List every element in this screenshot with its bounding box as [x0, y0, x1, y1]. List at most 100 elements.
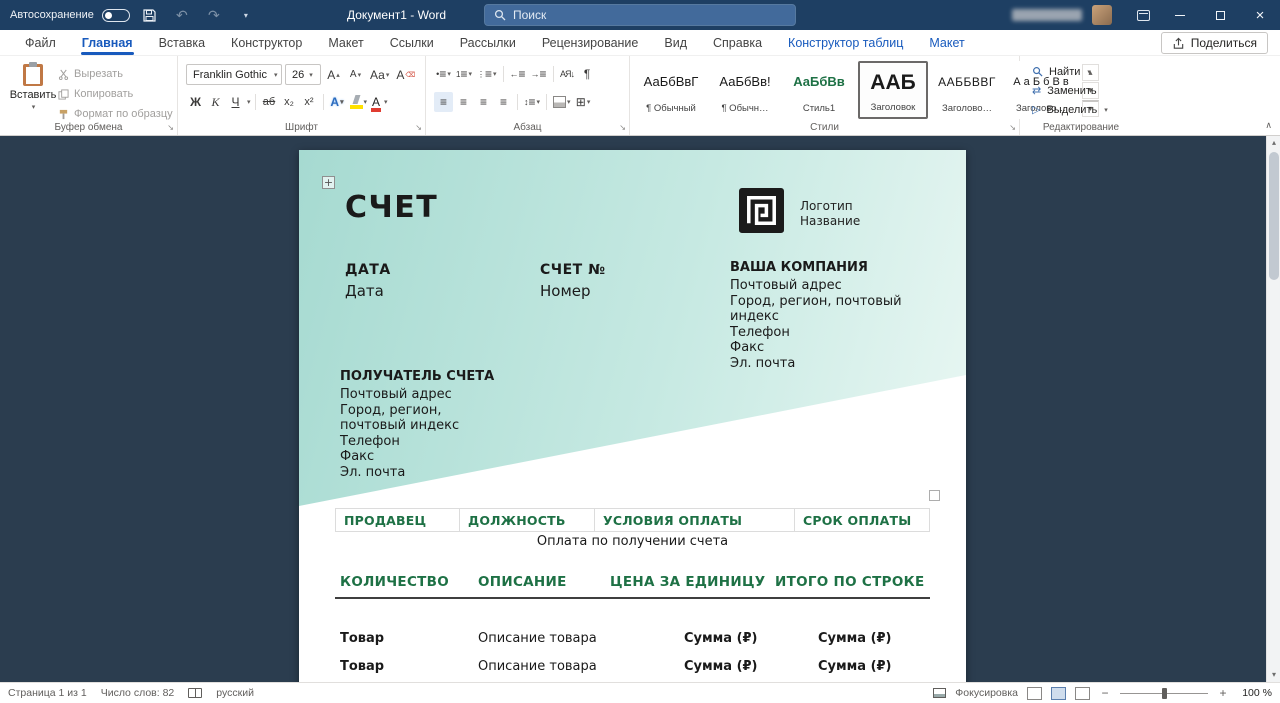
table-header-cell[interactable]: ДОЛЖНОСТЬ: [460, 508, 595, 532]
print-layout-icon[interactable]: [1051, 687, 1066, 700]
tab-mailings[interactable]: Рассылки: [447, 30, 529, 55]
style-normal[interactable]: АаБбВвГ ¶ Обычный: [636, 61, 706, 119]
description-header[interactable]: ОПИСАНИЕ: [478, 574, 567, 590]
item-unit-price[interactable]: Сумма (₽): [684, 631, 758, 646]
vertical-scrollbar[interactable]: ▴ ▾: [1266, 136, 1280, 682]
share-button[interactable]: Поделиться: [1161, 32, 1268, 54]
change-case-button[interactable]: Аа▾: [368, 65, 391, 85]
shrink-font-button[interactable]: А▾: [346, 65, 365, 85]
style-style1[interactable]: АаБбВв Стиль1: [784, 61, 854, 119]
save-icon[interactable]: [138, 3, 162, 27]
redo-icon[interactable]: ↷: [202, 3, 226, 27]
avatar[interactable]: [1092, 5, 1112, 25]
decrease-indent-button[interactable]: ←≡: [508, 64, 528, 84]
date-value[interactable]: Дата: [345, 282, 384, 300]
word-count[interactable]: Число слов: 82: [101, 687, 175, 699]
styles-dialog-launcher-icon[interactable]: ↘: [1009, 123, 1016, 132]
highlight-button[interactable]: ▾: [348, 92, 370, 112]
undo-icon[interactable]: ↶: [170, 3, 194, 27]
tab-references[interactable]: Ссылки: [377, 30, 447, 55]
scroll-down-icon[interactable]: ▾: [1267, 668, 1280, 682]
company-address-block[interactable]: Почтовый адрес Город, регион, почтовый и…: [730, 278, 902, 371]
text-effects-button[interactable]: А▾: [328, 92, 347, 112]
borders-button[interactable]: ⊞▾: [574, 92, 593, 112]
tab-table-layout[interactable]: Макет: [916, 30, 977, 55]
maximize-button[interactable]: [1200, 0, 1240, 30]
show-formatting-button[interactable]: ¶: [578, 64, 597, 84]
payment-note[interactable]: Оплата по получении счета: [335, 534, 930, 549]
table-header-cell[interactable]: СРОК ОПЛАТЫ: [795, 508, 930, 532]
align-left-button[interactable]: ≡: [434, 92, 453, 112]
item-line-total[interactable]: Сумма (₽): [818, 659, 892, 674]
line-total-header[interactable]: ИТОГО ПО СТРОКЕ: [775, 574, 924, 590]
invoice-no-label[interactable]: СЧЕТ №: [540, 262, 605, 278]
style-heading-selected[interactable]: ААБ Заголовок: [858, 61, 928, 119]
tab-review[interactable]: Рецензирование: [529, 30, 652, 55]
billto-label[interactable]: ПОЛУЧАТЕЛЬ СЧЕТА: [340, 369, 494, 384]
qty-header[interactable]: КОЛИЧЕСТВО: [340, 574, 449, 590]
zoom-slider-thumb[interactable]: [1162, 688, 1167, 699]
align-center-button[interactable]: ≡: [454, 92, 473, 112]
date-label[interactable]: ДАТА: [345, 262, 391, 278]
grow-font-button[interactable]: А▴: [324, 65, 343, 85]
italic-button[interactable]: К: [206, 92, 225, 112]
billto-address-block[interactable]: Почтовый адрес Город, регион, почтовый и…: [340, 387, 505, 480]
item-description[interactable]: Описание товара: [478, 631, 597, 646]
clear-formatting-button[interactable]: А⌫: [394, 65, 417, 85]
page-indicator[interactable]: Страница 1 из 1: [8, 687, 87, 699]
bullets-button[interactable]: •≡▾: [434, 64, 453, 84]
proofing-icon[interactable]: [188, 688, 202, 698]
collapse-ribbon-icon[interactable]: ∧: [1265, 120, 1272, 131]
invoice-title[interactable]: СЧЕТ: [345, 190, 438, 225]
strikethrough-button[interactable]: аб: [260, 92, 279, 112]
select-button[interactable]: ▷ Выделить▾: [1032, 100, 1108, 119]
paste-button[interactable]: Вставить ▾: [10, 61, 56, 125]
table-resize-handle[interactable]: [929, 490, 940, 501]
autosave-toggle[interactable]: [102, 9, 130, 22]
increase-indent-button[interactable]: →≡: [529, 64, 549, 84]
font-name-combo[interactable]: Franklin Gothic I▾: [186, 64, 282, 85]
company-label[interactable]: ВАША КОМПАНИЯ: [730, 260, 868, 275]
read-mode-icon[interactable]: [1027, 687, 1042, 700]
tab-design[interactable]: Конструктор: [218, 30, 315, 55]
clipboard-dialog-launcher-icon[interactable]: ↘: [167, 123, 174, 132]
shading-button[interactable]: ▾: [551, 92, 573, 112]
invoice-info-table[interactable]: ПРОДАВЕЦ ДОЛЖНОСТЬ УСЛОВИЯ ОПЛАТЫ СРОК О…: [335, 508, 930, 532]
item-line-total[interactable]: Сумма (₽): [818, 631, 892, 646]
numbering-button[interactable]: 1≡▾: [454, 64, 474, 84]
font-size-combo[interactable]: 26▾: [285, 64, 321, 85]
quick-access-chevron-icon[interactable]: ▾: [234, 3, 258, 27]
multilevel-list-button[interactable]: ⋮≡▾: [475, 64, 499, 84]
find-button[interactable]: Найти▾: [1032, 62, 1091, 81]
item-qty[interactable]: Товар: [340, 631, 384, 646]
tab-view[interactable]: Вид: [651, 30, 700, 55]
paragraph-dialog-launcher-icon[interactable]: ↘: [619, 123, 626, 132]
tab-file[interactable]: Файл: [12, 30, 69, 55]
zoom-level[interactable]: 100 %: [1238, 687, 1272, 699]
line-spacing-button[interactable]: ↕≡▾: [522, 92, 542, 112]
cut-button[interactable]: Вырезать: [58, 64, 123, 84]
align-right-button[interactable]: ≡: [474, 92, 493, 112]
justify-button[interactable]: ≡: [494, 92, 513, 112]
company-logo[interactable]: [739, 188, 784, 236]
copy-button[interactable]: Копировать: [58, 84, 133, 104]
scroll-up-icon[interactable]: ▴: [1267, 136, 1280, 150]
invoice-no-value[interactable]: Номер: [540, 282, 591, 300]
scrollbar-thumb[interactable]: [1269, 152, 1279, 280]
underline-button[interactable]: Ч: [226, 92, 245, 112]
table-move-handle[interactable]: +: [322, 176, 335, 189]
sort-button[interactable]: АЯ↓: [558, 64, 577, 84]
tab-insert[interactable]: Вставка: [146, 30, 218, 55]
close-button[interactable]: ×: [1240, 0, 1280, 30]
style-no-spacing[interactable]: АаБбВв! ¶ Обычн…: [710, 61, 780, 119]
web-layout-icon[interactable]: [1075, 687, 1090, 700]
tab-table-design[interactable]: Конструктор таблиц: [775, 30, 916, 55]
zoom-in-button[interactable]: +: [1217, 686, 1229, 700]
item-description[interactable]: Описание товара: [478, 659, 597, 674]
font-dialog-launcher-icon[interactable]: ↘: [415, 123, 422, 132]
zoom-slider[interactable]: [1120, 693, 1208, 694]
search-input[interactable]: Поиск: [484, 4, 796, 26]
table-header-cell[interactable]: ПРОДАВЕЦ: [335, 508, 460, 532]
subscript-button[interactable]: х₂: [280, 92, 299, 112]
unit-price-header[interactable]: ЦЕНА ЗА ЕДИНИЦУ: [610, 574, 766, 590]
